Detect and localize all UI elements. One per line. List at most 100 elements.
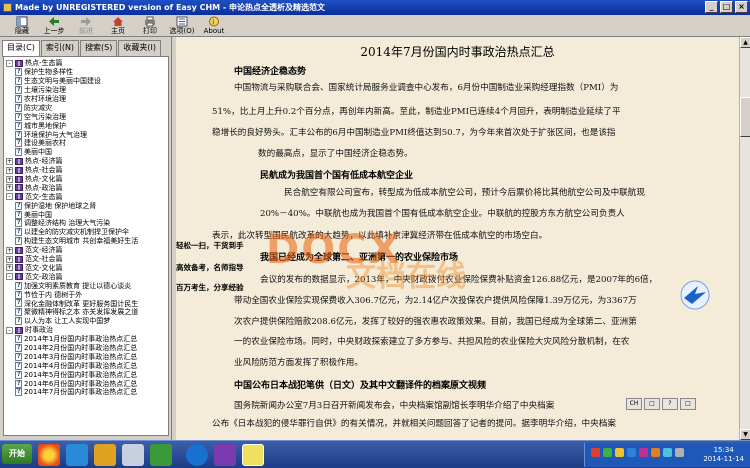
help-page-icon xyxy=(15,139,22,148)
folder-icon[interactable] xyxy=(122,444,144,466)
tray-icon[interactable] xyxy=(651,448,660,457)
document-title: 2014年7月份国内时事政治热点汇总 xyxy=(360,45,555,59)
forward-button[interactable]: 前进 xyxy=(70,15,102,37)
paragraph-line: 次农户提供保险赔款208.6亿元，发挥了较好的强农惠农政策效果。目前，我国已经成… xyxy=(234,317,637,327)
maximize-button[interactable]: □ xyxy=(720,1,733,13)
help-page-icon xyxy=(15,130,22,139)
options-button[interactable]: 选项(O) xyxy=(166,15,198,37)
app-icon-3[interactable] xyxy=(94,444,116,466)
help-page-icon xyxy=(15,317,22,326)
expand-icon[interactable]: + xyxy=(6,264,13,272)
media-player-icon[interactable] xyxy=(186,444,208,466)
ime-help-icon[interactable]: ? xyxy=(662,398,678,410)
window-title: Made by UNREGISTERED version of Easy CHM… xyxy=(15,3,325,12)
tree-item-label: 2014年7月份国内时事政治热点汇总 xyxy=(24,388,138,397)
help-page-icon xyxy=(15,379,22,388)
help-page-icon xyxy=(15,228,22,237)
collapse-icon[interactable]: - xyxy=(6,326,13,334)
messenger-icon[interactable] xyxy=(66,444,88,466)
help-page-icon xyxy=(15,148,22,157)
book-icon xyxy=(15,166,23,174)
ime-keyboard-icon[interactable]: □ xyxy=(644,398,660,410)
about-button[interactable]: i About xyxy=(198,15,230,37)
help-page-icon xyxy=(15,237,22,246)
network-icon[interactable] xyxy=(675,448,684,457)
system-clock[interactable]: 15:34 2014-11-14 xyxy=(703,446,744,464)
section-heading: 民航成为我国首个国有低成本航空企业 xyxy=(260,171,414,181)
section-heading: 中国公布日本战犯笔供（日文）及其中文翻译件的档案原文视频 xyxy=(234,381,487,391)
volume-icon[interactable] xyxy=(663,448,672,457)
print-button[interactable]: 打印 xyxy=(134,15,166,37)
scroll-thumb[interactable] xyxy=(740,97,750,137)
app-icon-7[interactable] xyxy=(214,444,236,466)
expand-icon[interactable]: + xyxy=(6,166,13,174)
help-page-icon xyxy=(15,219,22,228)
book-icon xyxy=(15,264,23,272)
help-page-icon xyxy=(15,308,22,317)
tree-page-item[interactable]: 2014年7月份国内时事政治热点汇总 xyxy=(6,388,168,397)
paragraph-line: 带动全国农业保险实现保费收入306.7亿元，为2.14亿户次投保农户提供风险保障… xyxy=(234,296,637,306)
collapse-icon[interactable]: - xyxy=(6,59,13,67)
tray-icon[interactable] xyxy=(615,448,624,457)
overlay-text: 百万考生，分享经验 xyxy=(176,282,244,293)
help-page-icon xyxy=(15,388,22,397)
help-page-icon xyxy=(15,68,22,77)
expand-icon[interactable]: + xyxy=(6,175,13,183)
book-icon xyxy=(15,273,23,281)
help-page-icon xyxy=(15,281,22,290)
paragraph-line: 公布《日本战犯的侵华罪行自供》的有关情况，并就相关问题回答了记者的提问。据李明华… xyxy=(212,419,616,429)
ime-option-icon[interactable]: □ xyxy=(680,398,696,410)
home-icon xyxy=(113,17,123,26)
home-button[interactable]: 主页 xyxy=(102,15,134,37)
close-button[interactable]: × xyxy=(735,1,748,13)
app-icon xyxy=(3,3,12,12)
tab-index[interactable]: 索引(N) xyxy=(40,40,80,56)
back-button[interactable]: 上一步 xyxy=(38,15,70,37)
tab-search[interactable]: 搜索(S) xyxy=(80,40,118,56)
expand-icon[interactable]: + xyxy=(6,246,13,254)
book-icon xyxy=(15,157,23,165)
tray-icon[interactable] xyxy=(591,448,600,457)
expand-icon[interactable]: + xyxy=(6,255,13,263)
expand-icon[interactable]: + xyxy=(6,157,13,165)
help-page-icon xyxy=(15,121,22,130)
scroll-up-icon[interactable]: ▲ xyxy=(740,37,750,48)
book-icon xyxy=(15,175,23,183)
chm-viewer-icon[interactable] xyxy=(242,444,264,466)
tray-icon[interactable] xyxy=(627,448,636,457)
collapse-icon[interactable]: - xyxy=(6,273,13,281)
help-page-icon xyxy=(15,95,22,103)
tab-contents[interactable]: 目录(C) xyxy=(2,40,40,57)
tray-icon[interactable] xyxy=(639,448,648,457)
contents-tree[interactable]: -热点-生态篇保护生物多样性生态文明与美丽中国建设土壤污染治理农村环境治理防灾减… xyxy=(3,56,169,436)
forward-icon xyxy=(81,17,91,26)
paragraph-line: 国务院新闻办公室7月3日召开新闻发布会，中央档案馆副馆长李明华介绍了中央档案 xyxy=(234,401,555,411)
paragraph-line: 数的最高点，显示了中国经济企稳态势。 xyxy=(258,149,413,159)
help-page-icon xyxy=(15,361,22,370)
hide-button[interactable]: 隐藏 xyxy=(6,15,38,37)
paragraph-line: 稳增长的良好势头。汇丰公布的6月中国制造业PMI终值达到50.7，为今年来首次处… xyxy=(212,128,616,138)
app-icon-5[interactable] xyxy=(150,444,172,466)
tray-icon[interactable] xyxy=(603,448,612,457)
help-page-icon xyxy=(15,210,22,219)
book-icon xyxy=(15,255,23,263)
overlay-text: 高效备考，名师指导 xyxy=(176,262,244,273)
collapse-icon[interactable]: - xyxy=(6,193,13,201)
expand-icon[interactable]: + xyxy=(6,184,13,192)
back-icon xyxy=(49,17,59,26)
vertical-scrollbar[interactable]: ▲ ▼ xyxy=(739,37,750,440)
help-page-icon xyxy=(15,112,22,121)
start-button[interactable]: 开始 xyxy=(2,444,32,464)
minimize-button[interactable]: _ xyxy=(705,1,718,13)
print-icon xyxy=(145,16,155,27)
floating-bird-icon[interactable] xyxy=(678,280,712,310)
browser-icon[interactable] xyxy=(38,444,60,466)
help-page-icon xyxy=(15,352,22,361)
book-icon xyxy=(15,184,23,192)
paragraph-line: 民合航空有限公司宣布，转型成为低成本航空公司，预计今后票价将比其他航空公司及中联… xyxy=(284,188,645,198)
hide-icon xyxy=(16,16,28,27)
tab-favorites[interactable]: 收藏夹(I) xyxy=(118,40,161,56)
ime-lang-button[interactable]: CH xyxy=(626,398,642,410)
watermark-text: 文档在线 xyxy=(346,259,466,294)
scroll-down-icon[interactable]: ▼ xyxy=(740,429,750,440)
